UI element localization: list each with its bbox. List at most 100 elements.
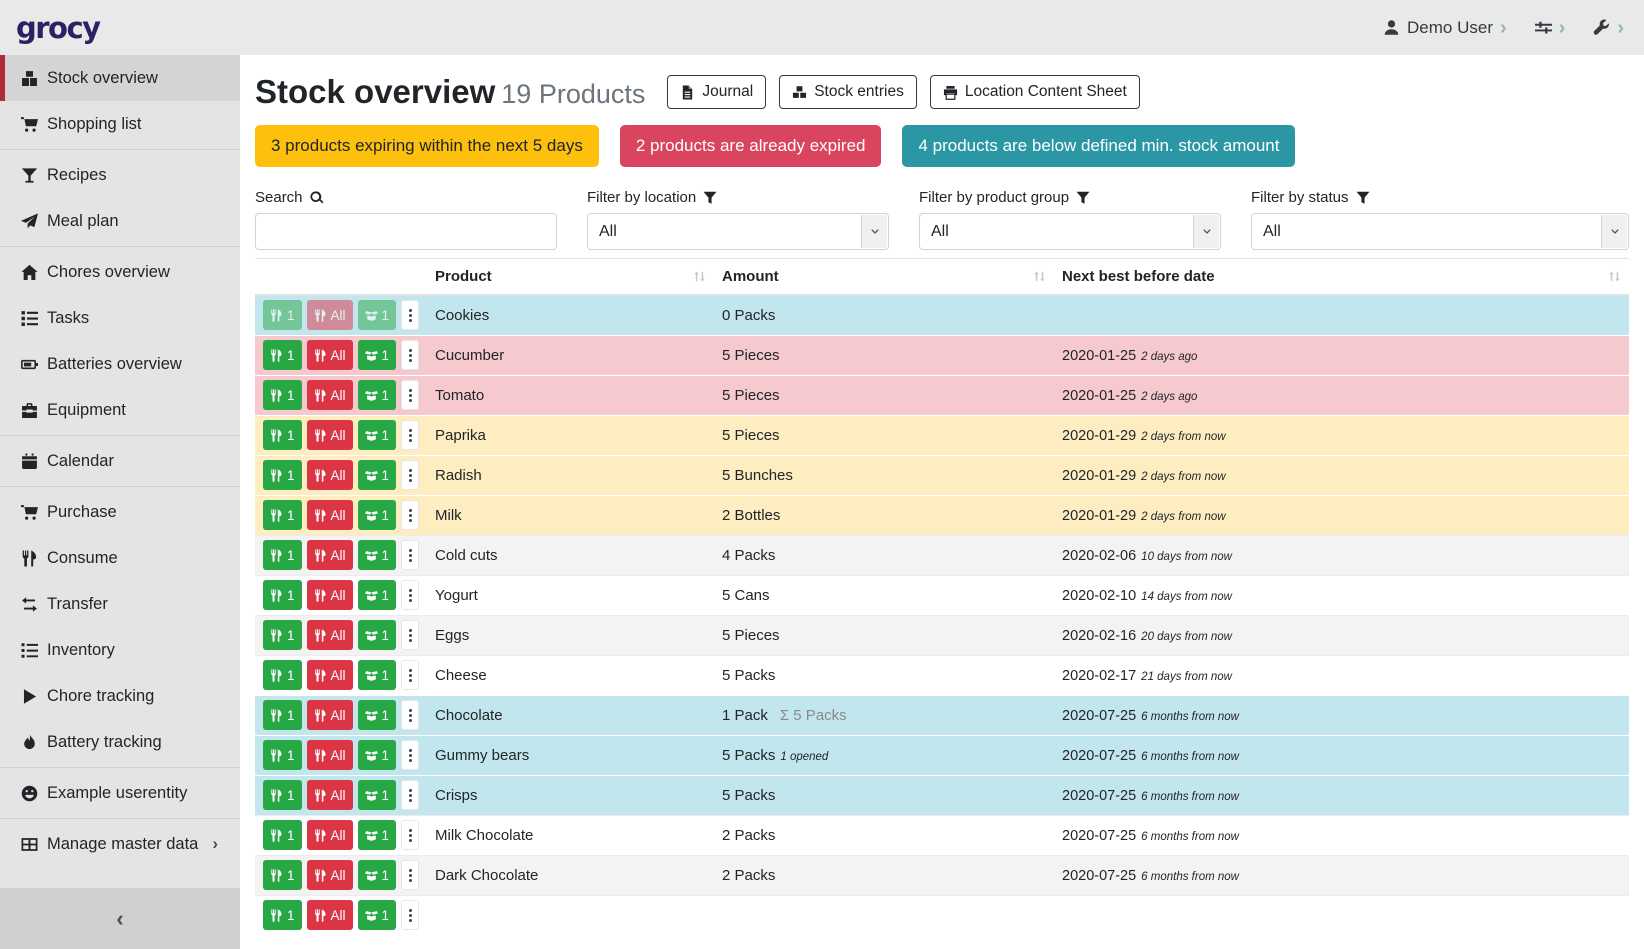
- open-one-button[interactable]: 1: [358, 460, 397, 490]
- consume-all-button[interactable]: All: [307, 420, 353, 450]
- consume-all-button[interactable]: All: [307, 580, 353, 610]
- open-one-button[interactable]: 1: [358, 820, 397, 850]
- consume-all-button[interactable]: All: [307, 300, 353, 330]
- open-one-button[interactable]: 1: [358, 380, 397, 410]
- row-menu-button[interactable]: [401, 580, 419, 610]
- sidebar-item-example-userentity[interactable]: Example userentity: [0, 770, 240, 816]
- sidebar-item-inventory[interactable]: Inventory: [0, 627, 240, 673]
- consume-all-button[interactable]: All: [307, 380, 353, 410]
- grocy-logo[interactable]: grocy: [16, 11, 100, 45]
- search-input[interactable]: [255, 213, 557, 250]
- sidebar-item-equipment[interactable]: Equipment: [0, 387, 240, 433]
- row-menu-button[interactable]: [401, 540, 419, 570]
- status-filter-select[interactable]: All: [1251, 213, 1629, 250]
- column-header-product[interactable]: Product: [427, 259, 714, 296]
- sidebar-item-shopping-list[interactable]: Shopping list: [0, 101, 240, 147]
- row-menu-button[interactable]: [401, 620, 419, 650]
- consume-all-button[interactable]: All: [307, 860, 353, 890]
- consume-all-button[interactable]: All: [307, 900, 353, 930]
- row-menu-button[interactable]: [401, 740, 419, 770]
- consume-one-button[interactable]: 1: [263, 700, 302, 730]
- row-menu-button[interactable]: [401, 820, 419, 850]
- sidebar-collapse-button[interactable]: ‹: [0, 888, 240, 949]
- consume-one-button[interactable]: 1: [263, 660, 302, 690]
- sidebar-item-chore-tracking[interactable]: Chore tracking: [0, 673, 240, 719]
- consume-one-button[interactable]: 1: [263, 540, 302, 570]
- open-one-button[interactable]: 1: [358, 860, 397, 890]
- user-menu[interactable]: Demo User ›: [1383, 18, 1507, 38]
- sidebar-item-tasks[interactable]: Tasks: [0, 295, 240, 341]
- sort-icon[interactable]: [1608, 270, 1621, 283]
- sidebar-item-batteries-overview[interactable]: Batteries overview: [0, 341, 240, 387]
- open-one-button[interactable]: 1: [358, 500, 397, 530]
- journal-button[interactable]: Journal: [667, 75, 766, 109]
- sidebar-item-battery-tracking[interactable]: Battery tracking: [0, 719, 240, 765]
- stock-entries-button[interactable]: Stock entries: [779, 75, 917, 109]
- consume-one-button[interactable]: 1: [263, 500, 302, 530]
- column-header-amount[interactable]: Amount: [714, 259, 1054, 296]
- sidebar-item-manage-master-data[interactable]: Manage master data›: [0, 821, 240, 867]
- row-menu-button[interactable]: [401, 660, 419, 690]
- open-one-button[interactable]: 1: [358, 620, 397, 650]
- sidebar-item-recipes[interactable]: Recipes: [0, 152, 240, 198]
- consume-one-button[interactable]: 1: [263, 900, 302, 930]
- sidebar-item-consume[interactable]: Consume: [0, 535, 240, 581]
- sidebar-item-meal-plan[interactable]: Meal plan: [0, 198, 240, 244]
- location-content-sheet-button[interactable]: Location Content Sheet: [930, 75, 1140, 109]
- open-one-button[interactable]: 1: [358, 420, 397, 450]
- consume-one-button[interactable]: 1: [263, 460, 302, 490]
- consume-one-button[interactable]: 1: [263, 820, 302, 850]
- consume-one-button[interactable]: 1: [263, 300, 302, 330]
- row-menu-button[interactable]: [401, 860, 419, 890]
- consume-all-button[interactable]: All: [307, 740, 353, 770]
- row-menu-button[interactable]: [401, 500, 419, 530]
- consume-one-button[interactable]: 1: [263, 780, 302, 810]
- row-menu-button[interactable]: [401, 900, 419, 930]
- consume-all-button[interactable]: All: [307, 700, 353, 730]
- open-one-button[interactable]: 1: [358, 740, 397, 770]
- summary-badge[interactable]: 3 products expiring within the next 5 da…: [255, 125, 599, 167]
- sidebar-item-stock-overview[interactable]: Stock overview: [0, 55, 240, 101]
- sort-icon[interactable]: [693, 270, 706, 283]
- open-one-button[interactable]: 1: [358, 700, 397, 730]
- summary-badge[interactable]: 2 products are already expired: [620, 125, 882, 167]
- consume-all-button[interactable]: All: [307, 540, 353, 570]
- consume-one-button[interactable]: 1: [263, 340, 302, 370]
- sidebar-item-chores-overview[interactable]: Chores overview: [0, 249, 240, 295]
- summary-badge[interactable]: 4 products are below defined min. stock …: [902, 125, 1295, 167]
- consume-one-button[interactable]: 1: [263, 380, 302, 410]
- sidebar-item-purchase[interactable]: Purchase: [0, 489, 240, 535]
- sidebar-item-transfer[interactable]: Transfer: [0, 581, 240, 627]
- consume-all-button[interactable]: All: [307, 460, 353, 490]
- product-group-filter-select[interactable]: All: [919, 213, 1221, 250]
- sidebar-item-calendar[interactable]: Calendar: [0, 438, 240, 484]
- row-menu-button[interactable]: [401, 780, 419, 810]
- consume-all-button[interactable]: All: [307, 620, 353, 650]
- admin-menu[interactable]: ›: [1593, 18, 1624, 38]
- open-one-button[interactable]: 1: [358, 780, 397, 810]
- consume-all-button[interactable]: All: [307, 660, 353, 690]
- consume-all-button[interactable]: All: [307, 820, 353, 850]
- open-one-button[interactable]: 1: [358, 900, 397, 930]
- open-one-button[interactable]: 1: [358, 540, 397, 570]
- consume-one-button[interactable]: 1: [263, 620, 302, 650]
- open-one-button[interactable]: 1: [358, 300, 397, 330]
- consume-one-button[interactable]: 1: [263, 580, 302, 610]
- consume-all-button[interactable]: All: [307, 500, 353, 530]
- open-one-button[interactable]: 1: [358, 580, 397, 610]
- consume-one-button[interactable]: 1: [263, 740, 302, 770]
- consume-all-button[interactable]: All: [307, 780, 353, 810]
- row-menu-button[interactable]: [401, 420, 419, 450]
- row-menu-button[interactable]: [401, 460, 419, 490]
- sort-icon[interactable]: [1033, 270, 1046, 283]
- consume-all-button[interactable]: All: [307, 340, 353, 370]
- row-menu-button[interactable]: [401, 300, 419, 330]
- row-menu-button[interactable]: [401, 380, 419, 410]
- open-one-button[interactable]: 1: [358, 340, 397, 370]
- settings-menu[interactable]: ›: [1535, 18, 1566, 38]
- open-one-button[interactable]: 1: [358, 660, 397, 690]
- row-menu-button[interactable]: [401, 340, 419, 370]
- column-header-best-before-date[interactable]: Next best before date: [1054, 259, 1629, 296]
- consume-one-button[interactable]: 1: [263, 860, 302, 890]
- row-menu-button[interactable]: [401, 700, 419, 730]
